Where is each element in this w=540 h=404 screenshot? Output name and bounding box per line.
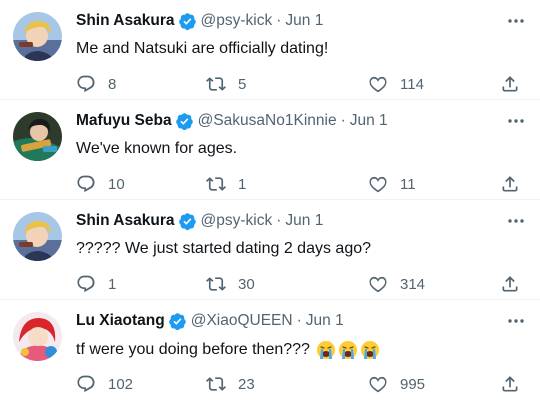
tweet[interactable]: Shin Asakura @psy-kick · Jun 1 ????? We … <box>0 200 540 300</box>
verified-badge-icon <box>178 212 197 231</box>
reply-button[interactable]: 10 <box>76 174 125 194</box>
like-count: 11 <box>400 175 416 193</box>
handle[interactable]: @psy-kick <box>201 212 273 230</box>
retweet-count: 5 <box>238 75 247 93</box>
verified-badge-icon <box>175 112 194 131</box>
display-name[interactable]: Shin Asakura <box>76 212 175 230</box>
share-button[interactable] <box>500 274 520 294</box>
retweet-icon <box>206 277 226 291</box>
handle[interactable]: @XiaoQUEEN <box>191 312 293 330</box>
retweet-count: 1 <box>238 175 247 193</box>
tweet-header: Shin Asakura @psy-kick · Jun 1 <box>76 10 323 32</box>
avatar[interactable] <box>13 312 62 361</box>
timestamp[interactable]: Jun 1 <box>350 112 388 130</box>
tweet-actions: 1 30 314 <box>0 274 540 296</box>
retweet-button[interactable]: 1 <box>206 174 246 194</box>
tweet-header: Mafuyu Seba @SakusaNo1Kinnie · Jun 1 <box>76 110 388 132</box>
share-icon <box>502 76 518 92</box>
retweet-count: 23 <box>238 375 255 393</box>
retweet-icon <box>206 177 226 191</box>
tweet[interactable]: Shin Asakura @psy-kick · Jun 1 Me and Na… <box>0 0 540 100</box>
reply-icon <box>77 175 95 193</box>
heart-icon <box>369 276 387 293</box>
tweet-actions: 10 1 11 <box>0 174 540 196</box>
handle[interactable]: @SakusaNo1Kinnie <box>198 112 337 130</box>
tweet-text: Me and Natsuki are officially dating! <box>76 40 328 58</box>
tweet-text: tf were you doing before then??? <box>76 340 380 360</box>
more-options-icon[interactable] <box>506 113 526 129</box>
share-icon <box>502 276 518 292</box>
reply-count: 1 <box>108 275 117 293</box>
tweet-header: Shin Asakura @psy-kick · Jun 1 <box>76 210 323 232</box>
retweet-button[interactable]: 5 <box>206 74 246 94</box>
tweet-text-content: ????? We just started dating 2 days ago? <box>76 240 372 257</box>
timestamp[interactable]: Jun 1 <box>285 212 323 230</box>
timestamp[interactable]: Jun 1 <box>285 12 323 30</box>
tweet-actions: 8 5 114 <box>0 74 540 96</box>
reply-icon <box>77 375 95 393</box>
separator: · <box>276 12 282 29</box>
reply-icon <box>77 75 95 93</box>
more-options-icon[interactable] <box>506 213 526 229</box>
like-count: 995 <box>400 375 426 393</box>
handle[interactable]: @psy-kick <box>201 12 273 30</box>
more-options-icon[interactable] <box>506 313 526 329</box>
tweet-text-content: tf were you doing before then??? <box>76 341 310 358</box>
retweet-button[interactable]: 23 <box>206 374 255 394</box>
retweet-icon <box>206 77 226 91</box>
separator: · <box>296 312 302 329</box>
avatar[interactable] <box>13 12 62 61</box>
heart-icon <box>369 76 387 93</box>
avatar[interactable] <box>13 212 62 261</box>
more-options-icon[interactable] <box>506 13 526 29</box>
reply-button[interactable]: 1 <box>76 274 116 294</box>
share-icon <box>502 376 518 392</box>
reply-button[interactable]: 8 <box>76 74 116 94</box>
retweet-count: 30 <box>238 275 255 293</box>
verified-badge-icon <box>168 312 187 331</box>
tweet-actions: 102 23 995 <box>0 374 540 396</box>
separator: · <box>340 112 346 129</box>
loudly-crying-face-emoji <box>360 340 380 360</box>
share-button[interactable] <box>500 74 520 94</box>
loudly-crying-face-emoji <box>316 340 336 360</box>
loudly-crying-face-emoji <box>338 340 358 360</box>
separator: · <box>276 212 282 229</box>
retweet-icon <box>206 377 226 391</box>
reply-icon <box>77 275 95 293</box>
share-button[interactable] <box>500 374 520 394</box>
timestamp[interactable]: Jun 1 <box>306 312 344 330</box>
like-button[interactable]: 314 <box>368 274 425 294</box>
like-count: 114 <box>400 75 424 93</box>
like-button[interactable]: 114 <box>368 74 424 94</box>
reply-count: 102 <box>108 375 134 393</box>
heart-icon <box>369 176 387 193</box>
tweet[interactable]: Mafuyu Seba @SakusaNo1Kinnie · Jun 1 We'… <box>0 100 540 200</box>
verified-badge-icon <box>178 12 197 31</box>
share-button[interactable] <box>500 174 520 194</box>
tweet-text: We've known for ages. <box>76 140 237 158</box>
tweet-text-content: Me and Natsuki are officially dating! <box>76 40 329 57</box>
like-button[interactable]: 11 <box>368 174 416 194</box>
tweet-thread: Shin Asakura @psy-kick · Jun 1 Me and Na… <box>0 0 540 404</box>
retweet-button[interactable]: 30 <box>206 274 255 294</box>
like-button[interactable]: 995 <box>368 374 425 394</box>
reply-count: 10 <box>108 175 125 193</box>
tweet-header: Lu Xiaotang @XiaoQUEEN · Jun 1 <box>76 310 344 332</box>
avatar[interactable] <box>13 112 62 161</box>
display-name[interactable]: Mafuyu Seba <box>76 112 172 130</box>
reply-button[interactable]: 102 <box>76 374 133 394</box>
display-name[interactable]: Lu Xiaotang <box>76 312 165 330</box>
reply-count: 8 <box>108 75 117 93</box>
tweet[interactable]: Lu Xiaotang @XiaoQUEEN · Jun 1 tf were y… <box>0 300 540 404</box>
tweet-text-content: We've known for ages. <box>76 140 238 157</box>
share-icon <box>502 176 518 192</box>
tweet-text: ????? We just started dating 2 days ago? <box>76 240 371 258</box>
heart-icon <box>369 376 387 393</box>
display-name[interactable]: Shin Asakura <box>76 12 175 30</box>
like-count: 314 <box>400 275 426 293</box>
